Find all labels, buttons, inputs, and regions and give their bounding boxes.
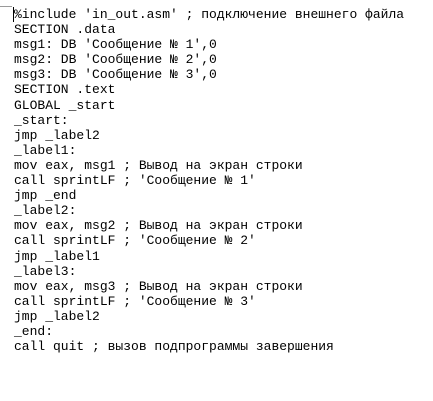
code-line: call quit ; вызов подпрограммы завершени… [14,339,334,355]
code-line: %include 'in_out.asm' ; подключение внеш… [14,7,405,22]
code-line: mov eax, msg2 ; Вывод на экран строки [14,218,303,234]
code-line: jmp _label1 [14,248,100,264]
code-line: msg1: DB 'Сообщение № 1',0 [14,37,217,53]
code-line: mov eax, msg3 ; Вывод на экран строки [14,278,303,294]
code-line: _start: [14,112,69,128]
code-line: jmp _label2 [14,308,100,324]
code-line: SECTION .data [14,22,116,38]
code-line: _label3: [14,263,77,279]
code-line: call sprintLF ; 'Сообщение № 1' [14,173,256,189]
code-line: GLOBAL _start [14,97,116,113]
code-line: jmp _end [14,188,77,204]
code-line: mov eax, msg1 ; Вывод на экран строки [14,157,303,173]
page-corner-mark [0,6,12,7]
code-line: _end: [14,323,54,339]
code-editor[interactable]: %include 'in_out.asm' ; подключение внеш… [0,0,433,401]
code-line: _label2: [14,203,77,219]
code-line: msg3: DB 'Сообщение № 3',0 [14,67,217,83]
code-line: msg2: DB 'Сообщение № 2',0 [14,52,217,68]
code-line: call sprintLF ; 'Сообщение № 3' [14,293,256,309]
code-lines: %include 'in_out.asm' ; подключение внеш… [14,7,404,354]
code-line: _label1: [14,142,77,158]
code-line: jmp _label2 [14,127,100,143]
code-line: SECTION .text [14,82,116,98]
code-line: call sprintLF ; 'Сообщение № 2' [14,233,256,249]
